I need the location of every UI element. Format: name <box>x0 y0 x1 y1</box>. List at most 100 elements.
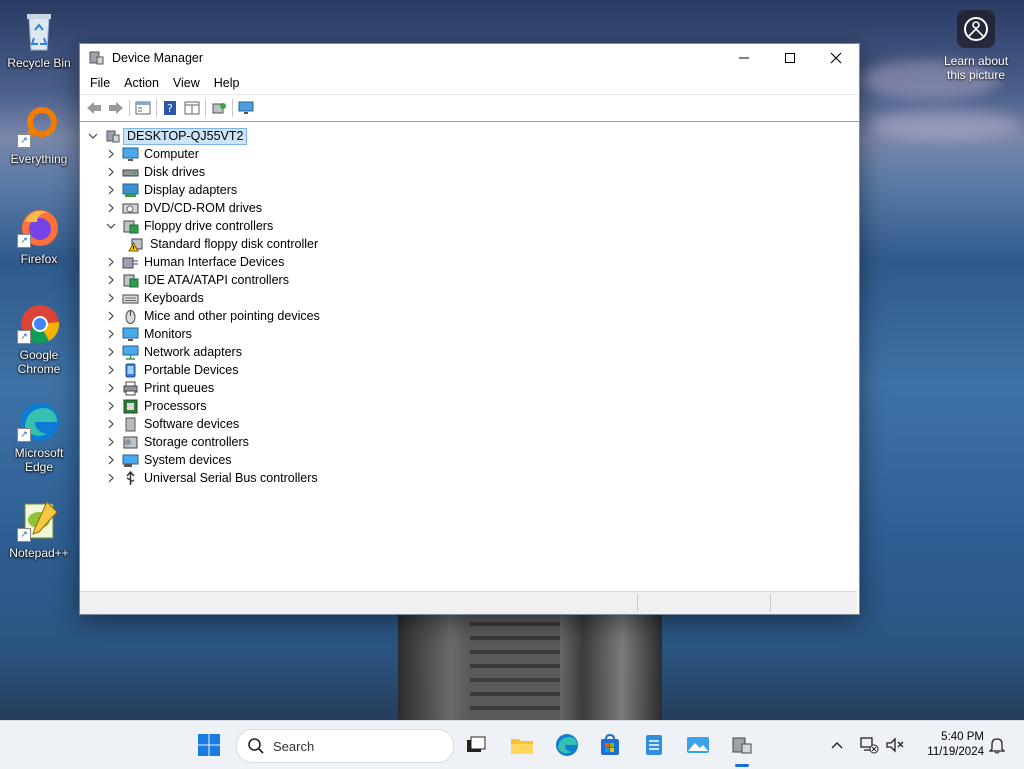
display-adapter-icon <box>122 183 139 197</box>
toolbar-separator <box>156 99 157 117</box>
tree-category-item[interactable]: Mice and other pointing devices <box>104 307 320 325</box>
chevron-right-icon[interactable] <box>104 417 118 431</box>
notepad-button[interactable] <box>638 729 670 761</box>
tree-category-item[interactable]: Processors <box>104 397 207 415</box>
chevron-right-icon[interactable] <box>104 183 118 197</box>
device-manager-icon <box>732 737 752 754</box>
back-button[interactable] <box>83 97 105 119</box>
view-panel-icon <box>184 101 200 115</box>
maximize-icon <box>785 53 795 63</box>
show-hidden-icons-button[interactable] <box>822 729 852 761</box>
tree-item-label: Network adapters <box>144 345 242 359</box>
tree-item-label: Universal Serial Bus controllers <box>144 471 318 485</box>
monitor-icon <box>122 327 139 341</box>
chevron-right-icon[interactable] <box>104 435 118 449</box>
chevron-right-icon[interactable] <box>104 201 118 215</box>
maximize-button[interactable] <box>767 44 813 72</box>
store-button[interactable] <box>594 729 626 761</box>
status-segment <box>637 594 638 612</box>
menu-file[interactable]: File <box>83 76 117 90</box>
tree-category-item[interactable]: Keyboards <box>104 289 204 307</box>
tree-category-item[interactable]: Portable Devices <box>104 361 239 379</box>
chevron-right-icon[interactable] <box>104 291 118 305</box>
tree-category-item[interactable]: Network adapters <box>104 343 242 361</box>
tree-category-item[interactable]: System devices <box>104 451 232 469</box>
menu-help[interactable]: Help <box>207 76 247 90</box>
tree-category-item[interactable]: Universal Serial Bus controllers <box>104 469 318 487</box>
chevron-right-icon[interactable] <box>104 399 118 413</box>
desktop-icon-notepadpp[interactable]: ↗ Notepad++ <box>4 498 74 560</box>
network-status-button[interactable] <box>856 729 882 761</box>
portable-device-icon <box>125 363 136 377</box>
chevron-right-icon[interactable] <box>104 471 118 485</box>
device-manager-taskbar-button[interactable] <box>726 729 758 761</box>
chevron-right-icon[interactable] <box>104 327 118 341</box>
tree-category-item[interactable]: IDE ATA/ATAPI controllers <box>104 271 289 289</box>
system-clock[interactable]: 5:40 PM 11/19/2024 <box>914 730 984 760</box>
chevron-right-icon[interactable] <box>104 147 118 161</box>
minimize-button[interactable] <box>721 44 767 72</box>
chevron-down-icon[interactable] <box>104 219 118 233</box>
taskbar-search[interactable]: Search <box>236 729 454 763</box>
desktop-icon-firefox[interactable]: ↗ Firefox <box>4 204 74 266</box>
toolbar: ? <box>80 94 859 122</box>
tree-category-item[interactable]: Monitors <box>104 325 192 343</box>
chevron-right-icon[interactable] <box>104 309 118 323</box>
chevron-right-icon[interactable] <box>104 345 118 359</box>
title-bar[interactable]: Device Manager <box>80 44 859 72</box>
tree-root[interactable]: DESKTOP-QJ55VT2 <box>86 127 248 145</box>
forward-button[interactable] <box>105 97 127 119</box>
monitor-small-icon <box>238 101 254 114</box>
view-toggle-button[interactable] <box>181 97 203 119</box>
menu-action[interactable]: Action <box>117 76 166 90</box>
start-button[interactable] <box>193 729 225 761</box>
store-icon <box>601 734 619 755</box>
close-button[interactable] <box>813 44 859 72</box>
chevron-right-icon[interactable] <box>104 273 118 287</box>
tree-device-item[interactable]: Standard floppy disk controller <box>124 235 318 253</box>
photos-icon <box>687 737 709 753</box>
toolbar-separator <box>232 99 233 117</box>
tree-category-item[interactable]: DVD/CD-ROM drives <box>104 199 262 217</box>
tree-category-item[interactable]: Floppy drive controllers <box>104 217 273 235</box>
file-explorer-button[interactable] <box>506 729 538 761</box>
speaker-muted-icon <box>886 737 904 753</box>
notifications-button[interactable] <box>984 729 1010 761</box>
edge-taskbar-button[interactable] <box>551 729 583 761</box>
chevron-down-icon[interactable] <box>86 129 100 143</box>
desktop-icon-recycle-bin[interactable]: Recycle Bin <box>4 8 74 70</box>
photos-button[interactable] <box>682 729 714 761</box>
tree-category-item[interactable]: Human Interface Devices <box>104 253 284 271</box>
status-segment <box>770 594 771 612</box>
desktop-icon-edge[interactable]: ↗ Microsoft Edge <box>4 398 74 474</box>
desktop-icon-chrome[interactable]: ↗ Google Chrome <box>4 300 74 376</box>
taskbar: Search 5:40 PM 11/19/2024 <box>0 720 1024 769</box>
tree-category-item[interactable]: Print queues <box>104 379 214 397</box>
volume-button[interactable] <box>882 729 908 761</box>
chevron-right-icon[interactable] <box>104 165 118 179</box>
help-button[interactable]: ? <box>159 97 181 119</box>
edge-icon <box>556 734 578 756</box>
desktop-icon-everything[interactable]: ↗ Everything <box>4 104 74 166</box>
tree-category-item[interactable]: Disk drives <box>104 163 205 181</box>
chevron-right-icon[interactable] <box>104 381 118 395</box>
tree-category-item[interactable]: Storage controllers <box>104 433 249 451</box>
keyboard-icon <box>122 294 139 303</box>
tree-item-label: DVD/CD-ROM drives <box>144 201 263 215</box>
tree-category-item[interactable]: Computer <box>104 145 199 163</box>
back-arrow-icon <box>87 102 101 114</box>
learn-about-picture[interactable]: Learn about this picture <box>938 10 1014 82</box>
device-tree: DESKTOP-QJ55VT2 Computer Disk drives Displ… <box>80 125 857 590</box>
tree-item-label: Mice and other pointing devices <box>144 309 320 323</box>
chevron-right-icon[interactable] <box>104 453 118 467</box>
properties-button[interactable] <box>132 97 154 119</box>
monitor-button[interactable] <box>235 97 257 119</box>
scan-hardware-button[interactable] <box>208 97 230 119</box>
menu-view[interactable]: View <box>166 76 207 90</box>
tree-category-item[interactable]: Software devices <box>104 415 239 433</box>
chevron-right-icon[interactable] <box>104 363 118 377</box>
chevron-right-icon[interactable] <box>104 255 118 269</box>
task-view-button[interactable] <box>460 729 492 761</box>
tree-category-item[interactable]: Display adapters <box>104 181 237 199</box>
usb-icon <box>126 470 135 485</box>
